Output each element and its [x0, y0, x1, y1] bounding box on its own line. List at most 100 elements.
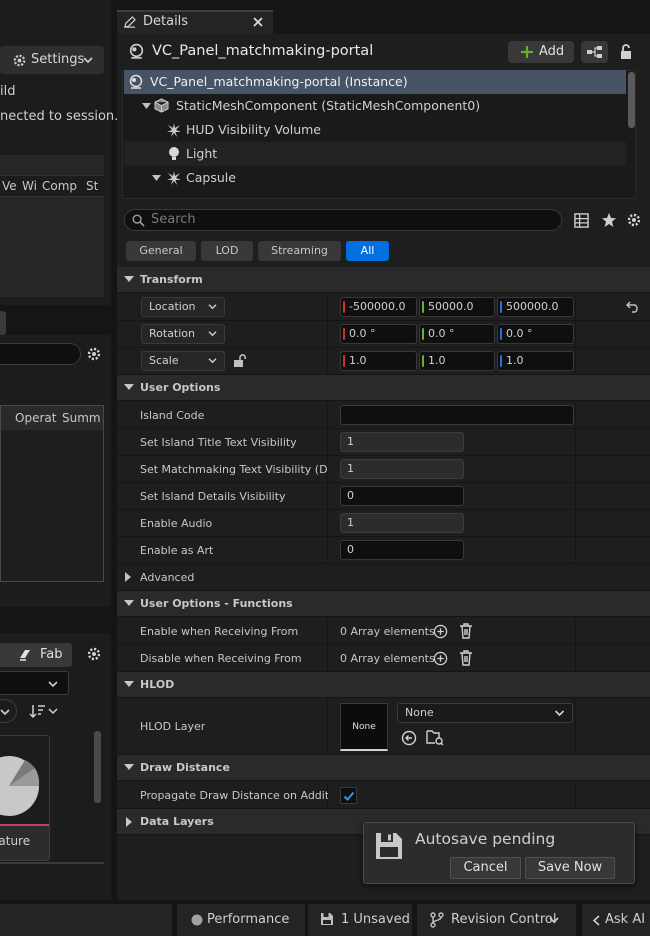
asset-tile[interactable]: eature — [0, 735, 50, 861]
advanced-expander[interactable]: Advanced — [117, 564, 650, 591]
gear-icon[interactable] — [86, 646, 102, 662]
divider — [575, 456, 576, 482]
property-enable-audio: Enable Audio 1 — [117, 510, 650, 537]
tree-item-staticmesh[interactable]: StaticMeshComponent (StaticMeshComponent… — [124, 94, 626, 118]
divider — [575, 483, 576, 509]
col-header-ve[interactable]: Ve — [2, 179, 17, 193]
scale-x-input[interactable]: 1.0 — [340, 351, 417, 371]
rotation-z-input[interactable]: 0.0 ° — [497, 324, 574, 344]
enable-audio-input[interactable]: 1 — [340, 513, 464, 533]
trash-icon[interactable] — [459, 623, 473, 639]
col-header-wi[interactable]: Wi — [22, 179, 37, 193]
search-icon — [132, 214, 145, 227]
unsaved-button[interactable]: 1 Unsaved — [308, 904, 412, 936]
gear-icon[interactable] — [86, 346, 102, 362]
location-dropdown[interactable]: Location — [141, 297, 225, 317]
col-header-comp[interactable]: Comp — [42, 179, 77, 193]
category-transform[interactable]: Transform — [117, 267, 650, 293]
tab-details[interactable]: Details — [117, 10, 273, 34]
blueprint-button[interactable] — [581, 41, 608, 63]
add-element-icon[interactable] — [433, 651, 448, 666]
location-x-input[interactable]: -500000.0 — [340, 297, 417, 317]
hlod-layer-select[interactable]: None — [397, 703, 573, 723]
settings-label: Settings — [31, 52, 85, 67]
tree-item-label: Light — [186, 146, 218, 161]
hlod-thumbnail[interactable]: None — [340, 703, 388, 751]
left-search-input[interactable] — [0, 343, 81, 365]
capsule-icon — [166, 170, 182, 186]
search-input[interactable]: Search — [124, 209, 562, 231]
location-z-input[interactable]: 500000.0 — [497, 297, 574, 317]
filter-lod[interactable]: LOD — [201, 241, 253, 261]
left-table: Ve Wi Comp St — [0, 155, 104, 297]
tree-item-light[interactable]: Light — [124, 142, 626, 166]
tree-item-hud-volume[interactable]: HUD Visibility Volume — [124, 118, 626, 142]
settings-button[interactable]: Settings — [0, 46, 104, 74]
title-visibility-input[interactable]: 1 — [340, 432, 464, 452]
property-label: Enable Audio — [140, 517, 213, 530]
chevron-down-icon — [124, 681, 134, 687]
chevron-down-icon — [152, 175, 161, 182]
filter-general[interactable]: General — [126, 241, 196, 261]
sort-icon[interactable] — [29, 703, 61, 719]
col-header-summ[interactable]: Summ — [62, 411, 101, 425]
location-y-input[interactable]: 50000.0 — [419, 297, 495, 317]
table-view-icon[interactable] — [574, 213, 589, 228]
category-draw-distance[interactable]: Draw Distance — [117, 755, 650, 781]
fab-icon — [18, 648, 32, 662]
propagate-checkbox[interactable] — [340, 787, 357, 804]
reset-arrow-icon[interactable] — [626, 301, 640, 313]
close-icon[interactable] — [253, 17, 263, 27]
tree-item-instance[interactable]: VC_Panel_matchmaking-portal (Instance) — [124, 70, 626, 94]
add-component-button[interactable]: Add — [508, 41, 574, 63]
divider — [575, 537, 576, 563]
asset-filter-dropdown[interactable] — [0, 671, 69, 695]
add-element-icon[interactable] — [433, 624, 448, 639]
island-code-input[interactable] — [340, 405, 574, 425]
tree-item-capsule[interactable]: Capsule — [124, 166, 626, 190]
property-island-code: Island Code — [117, 402, 650, 429]
category-user-options[interactable]: User Options — [117, 375, 650, 401]
enable-as-art-input[interactable]: 0 — [340, 540, 464, 560]
star-icon[interactable] — [601, 212, 617, 228]
save-now-button[interactable]: Save Now — [525, 857, 615, 879]
filter-all[interactable]: All — [346, 241, 389, 261]
property-hlod-layer: HLOD Layer None None — [117, 699, 650, 755]
divider — [327, 402, 328, 428]
property-title-visibility: Set Island Title Text Visibility 1 — [117, 429, 650, 456]
lock-icon[interactable] — [619, 44, 633, 60]
use-selected-icon[interactable] — [401, 730, 417, 746]
tree-scrollbar[interactable] — [628, 72, 635, 128]
filter-streaming[interactable]: Streaming — [258, 241, 341, 261]
scale-z-input[interactable]: 1.0 — [497, 351, 574, 371]
tree-item-label: StaticMeshComponent (StaticMeshComponent… — [176, 98, 481, 113]
autosave-title: Autosave pending — [415, 830, 556, 848]
asset-scrollbar[interactable] — [94, 731, 101, 803]
revision-control-button[interactable]: Revision Control — [417, 904, 576, 936]
chevron-left-icon — [593, 915, 600, 926]
chevron-down-icon — [208, 303, 217, 310]
browse-asset-icon[interactable] — [426, 729, 444, 746]
trash-icon[interactable] — [459, 650, 473, 666]
rotation-x-input[interactable]: 0.0 ° — [340, 324, 417, 344]
ask-ai-button[interactable]: Ask AI — [582, 904, 650, 936]
performance-button[interactable]: Performance — [177, 904, 305, 936]
rotation-y-input[interactable]: 0.0 ° — [419, 324, 495, 344]
category-user-options-functions[interactable]: User Options - Functions — [117, 591, 650, 617]
col-header-st[interactable]: St — [86, 179, 98, 193]
rotation-dropdown[interactable]: Rotation — [141, 324, 225, 344]
divider — [575, 429, 576, 455]
cancel-button[interactable]: Cancel — [450, 857, 521, 879]
col-header-operat[interactable]: Operat — [15, 411, 56, 425]
gear-icon[interactable] — [626, 212, 642, 228]
details-visibility-input[interactable]: 0 — [340, 486, 464, 506]
unlock-icon[interactable] — [233, 354, 247, 368]
matchmaking-visibility-input[interactable]: 1 — [340, 459, 464, 479]
category-hlod[interactable]: HLOD — [117, 672, 650, 698]
pie-icon — [0, 754, 41, 818]
scale-dropdown[interactable]: Scale — [141, 351, 225, 371]
divider — [575, 348, 576, 374]
scale-y-input[interactable]: 1.0 — [419, 351, 495, 371]
chevron-down-icon — [0, 708, 10, 716]
hlod-select-value: None — [405, 706, 434, 719]
